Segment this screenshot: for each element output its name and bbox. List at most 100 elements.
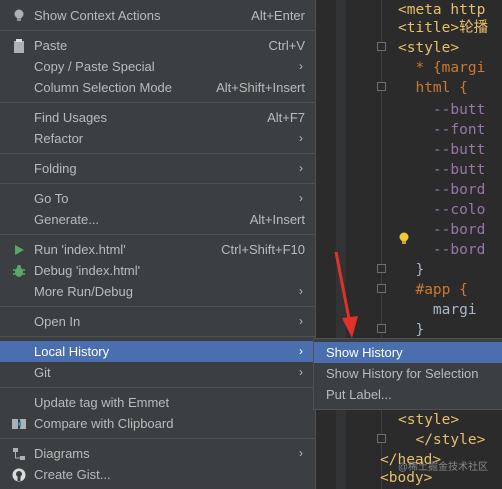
menu-item-label: Copy / Paste Special [34, 59, 155, 74]
menu-item-label: Find Usages [34, 110, 107, 125]
menu-item-go-to[interactable]: Go To › [0, 188, 315, 209]
menu-item-shortcut: Ctrl+Shift+F10 [221, 242, 305, 257]
menu-item-copy-paste-special[interactable]: Copy / Paste Special › [0, 56, 315, 77]
submenu-item-put-label[interactable]: Put Label... [314, 384, 502, 405]
lightbulb-icon [11, 8, 27, 24]
chevron-right-icon: › [299, 161, 303, 175]
code-line: <title>轮播 [398, 20, 489, 36]
menu-item-shortcut: Alt+F7 [267, 110, 305, 125]
menu-separator [0, 234, 315, 235]
menu-item-compare-clipboard[interactable]: Compare with Clipboard [0, 413, 315, 434]
code-line: margi [398, 302, 477, 318]
chevron-right-icon: › [299, 284, 303, 298]
menu-item-label: Paste [34, 38, 68, 53]
code-line: <meta http [398, 2, 486, 18]
menu-item-label: Go To [34, 191, 69, 206]
run-icon [11, 242, 27, 258]
annotation-arrow-icon [334, 251, 358, 338]
fold-toggle-icon[interactable] [377, 42, 386, 51]
code-line: <style> [398, 412, 460, 428]
context-menu: Show Context Actions Alt+Enter Paste Ctr… [0, 0, 316, 489]
menu-item-folding[interactable]: Folding › [0, 158, 315, 179]
menu-item-update-tag-emmet[interactable]: Update tag with Emmet [0, 392, 315, 413]
menu-item-label: Debug 'index.html' [34, 263, 141, 278]
menu-separator [0, 438, 315, 439]
code-line: --colo [398, 202, 486, 218]
menu-item-refactor[interactable]: Refactor › [0, 128, 315, 149]
chevron-right-icon: › [299, 446, 303, 460]
chevron-right-icon: › [299, 365, 303, 379]
menu-item-label: Diagrams [34, 446, 90, 461]
menu-separator [0, 306, 315, 307]
menu-item-open-in[interactable]: Open In › [0, 311, 315, 332]
submenu-item-label: Put Label... [326, 387, 392, 402]
fold-toggle-icon[interactable] [377, 82, 386, 91]
menu-item-local-history[interactable]: Local History › [0, 341, 315, 362]
menu-item-run[interactable]: Run 'index.html' Ctrl+Shift+F10 [0, 239, 315, 260]
menu-item-diagrams[interactable]: Diagrams › [0, 443, 315, 464]
menu-item-find-usages[interactable]: Find Usages Alt+F7 [0, 107, 315, 128]
chevron-right-icon: › [299, 314, 303, 328]
code-line: <style> [398, 40, 460, 56]
menu-item-label: Create Gist... [34, 467, 111, 482]
local-history-submenu: Show History Show History for Selection … [313, 338, 502, 410]
menu-item-shortcut: Ctrl+V [268, 38, 305, 53]
code-line: } [398, 322, 425, 338]
menu-item-create-gist[interactable]: Create Gist... [0, 464, 315, 485]
chevron-right-icon: › [299, 344, 303, 358]
chevron-right-icon: › [299, 191, 303, 205]
watermark: @稀土掘金技术社区 [397, 462, 488, 473]
menu-item-label: Refactor [34, 131, 84, 146]
menu-item-git[interactable]: Git › [0, 362, 315, 383]
submenu-item-show-history[interactable]: Show History [314, 342, 502, 363]
menu-separator [0, 153, 315, 154]
code-line: --font [398, 122, 486, 138]
fold-toggle-icon[interactable] [377, 284, 386, 293]
code-line: --bord [398, 222, 486, 238]
menu-item-paste[interactable]: Paste Ctrl+V [0, 35, 315, 56]
menu-item-shortcut: Alt+Enter [251, 8, 305, 23]
menu-item-column-selection-mode[interactable]: Column Selection Mode Alt+Shift+Insert [0, 77, 315, 98]
menu-item-label: Compare with Clipboard [34, 416, 174, 431]
code-line: --bord [398, 182, 486, 198]
compare-icon [11, 416, 27, 432]
menu-item-label: Local History [34, 344, 110, 359]
menu-item-shortcut: Alt+Shift+Insert [216, 80, 305, 95]
code-line: } [398, 262, 425, 278]
fold-toggle-icon[interactable] [377, 324, 386, 333]
menu-separator [0, 30, 315, 31]
fold-guide [381, 0, 382, 489]
menu-separator [0, 336, 315, 337]
debug-bug-icon [11, 263, 27, 279]
menu-item-label: Show Context Actions [34, 8, 161, 23]
code-line: --butt [398, 142, 486, 158]
chevron-right-icon: › [299, 131, 303, 145]
menu-item-label: Run 'index.html' [34, 242, 126, 257]
github-icon [11, 467, 27, 483]
menu-separator [0, 387, 315, 388]
menu-item-more-run-debug[interactable]: More Run/Debug › [0, 281, 315, 302]
code-line: --bord [398, 242, 486, 258]
code-line: </style> [398, 432, 486, 448]
fold-toggle-icon[interactable] [377, 264, 386, 273]
menu-item-shortcut: Alt+Insert [249, 212, 305, 227]
fold-toggle-icon[interactable] [377, 434, 386, 443]
clipboard-icon [11, 38, 27, 54]
code-line: html { [398, 80, 468, 96]
diagram-icon [11, 446, 27, 462]
submenu-item-label: Show History [326, 345, 403, 360]
menu-item-label: Folding [34, 161, 77, 176]
submenu-item-show-history-for-selection[interactable]: Show History for Selection [314, 363, 502, 384]
menu-item-show-context-actions[interactable]: Show Context Actions Alt+Enter [0, 5, 315, 26]
code-line: #app { [398, 282, 468, 298]
menu-item-label: Column Selection Mode [34, 80, 173, 95]
chevron-right-icon: › [299, 59, 303, 73]
menu-item-label: More Run/Debug [34, 284, 133, 299]
menu-item-label: Git [34, 365, 51, 380]
code-line: --butt [398, 102, 486, 118]
menu-item-generate[interactable]: Generate... Alt+Insert [0, 209, 315, 230]
menu-item-debug[interactable]: Debug 'index.html' [0, 260, 315, 281]
submenu-item-label: Show History for Selection [326, 366, 479, 381]
lightbulb-icon[interactable] [398, 232, 410, 246]
menu-separator [0, 183, 315, 184]
